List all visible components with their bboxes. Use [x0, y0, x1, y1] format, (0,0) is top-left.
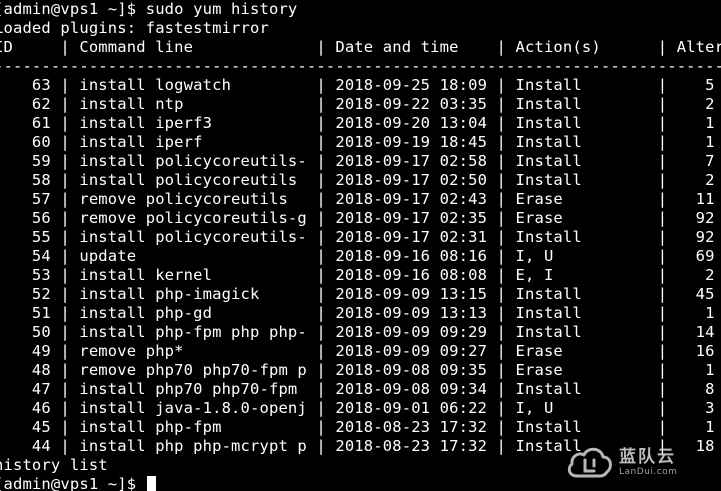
table-row: 46 | install java-1.8.0-openj | 2018-09-… [0, 399, 721, 417]
prompt-line[interactable]: [admin@vps1 ~]$ [0, 475, 156, 491]
cloud-logo-icon [567, 447, 612, 478]
table-row: 55 | install policycoreutils- | 2018-09-… [0, 228, 715, 246]
text-cursor [146, 476, 156, 491]
watermark: 蓝队云 LanDui.com [565, 437, 715, 487]
loaded-plugins-line: Loaded plugins: fastestmirror [0, 19, 269, 37]
table-row: 50 | install php-fpm php php- | 2018-09-… [0, 323, 715, 341]
table-row: 53 | install kernel | 2018-09-16 08:08 |… [0, 266, 721, 284]
table-row: 58 | install policycoreutils | 2018-09-1… [0, 171, 715, 189]
table-row: 56 | remove policycoreutils-g | 2018-09-… [0, 209, 715, 227]
table-row: 51 | install php-gd | 2018-09-09 13:13 |… [0, 304, 715, 322]
watermark-brand-cn: 蓝队云 [619, 446, 676, 467]
history-table-header: ID | Command line | Date and time | Acti… [0, 38, 721, 56]
prompt-command-line: [admin@vps1 ~]$ sudo yum history [0, 0, 298, 18]
table-row: 61 | install iperf3 | 2018-09-20 13:04 |… [0, 114, 715, 132]
table-row: 48 | remove php70 php70-fpm p | 2018-09-… [0, 361, 715, 379]
history-table-separator: ----------------------------------------… [0, 57, 721, 75]
table-row: 63 | install logwatch | 2018-09-25 18:09… [0, 76, 715, 94]
table-row: 54 | update | 2018-09-16 08:16 | I, U | … [0, 247, 721, 265]
table-row: 59 | install policycoreutils- | 2018-09-… [0, 152, 715, 170]
table-row: 49 | remove php* | 2018-09-09 09:27 | Er… [0, 342, 721, 360]
table-row: 47 | install php70 php70-fpm | 2018-09-0… [0, 380, 715, 398]
prompt-text: [admin@vps1 ~]$ [0, 475, 146, 491]
table-row: 62 | install ntp | 2018-09-22 03:35 | In… [0, 95, 715, 113]
watermark-brand-en: LanDui.com [619, 466, 678, 477]
history-list-footer: history list [0, 456, 108, 474]
table-row: 60 | install iperf | 2018-09-19 18:45 | … [0, 133, 715, 151]
table-row: 45 | install php-fpm | 2018-08-23 17:32 … [0, 418, 721, 436]
table-row: 52 | install php-imagick | 2018-09-09 13… [0, 285, 715, 303]
table-row: 57 | remove policycoreutils | 2018-09-17… [0, 190, 721, 208]
terminal-window[interactable]: [admin@vps1 ~]$ sudo yum history Loaded … [0, 0, 721, 491]
